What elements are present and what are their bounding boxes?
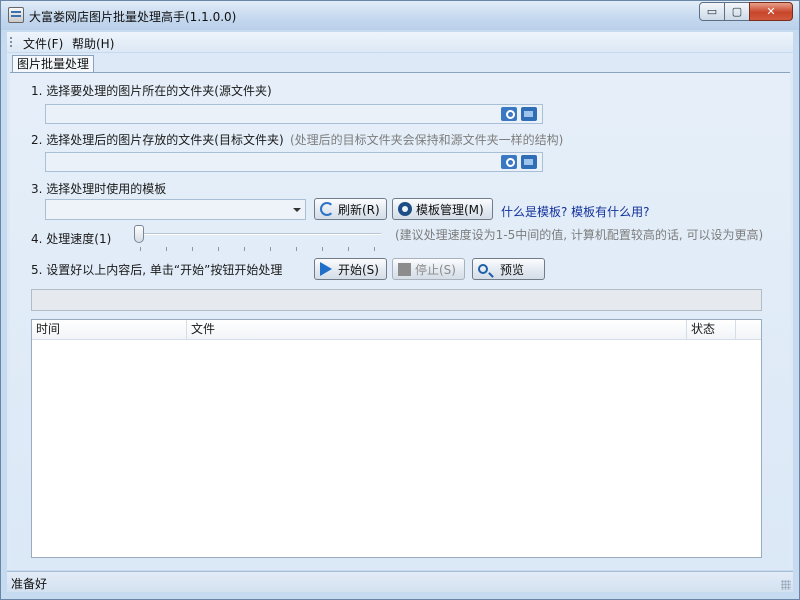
slider-tick bbox=[244, 247, 245, 251]
folder-open-icon[interactable] bbox=[521, 107, 537, 121]
template-manage-button[interactable]: 模板管理(M) bbox=[392, 198, 493, 220]
speed-label: 4. 处理速度(1) bbox=[31, 232, 112, 246]
log-list[interactable]: 时间 文件 状态 bbox=[31, 319, 762, 558]
chevron-down-icon[interactable] bbox=[293, 208, 301, 212]
slider-tick bbox=[348, 247, 349, 251]
template-manage-label: 模板管理(M) bbox=[416, 202, 484, 217]
source-folder-label: 1. 选择要处理的图片所在的文件夹(源文件夹) bbox=[31, 84, 272, 98]
slider-tick bbox=[192, 247, 193, 251]
app-icon[interactable] bbox=[8, 7, 24, 23]
gear-icon bbox=[398, 202, 412, 216]
target-folder-input[interactable] bbox=[45, 152, 543, 172]
start-button-label: 开始(S) bbox=[338, 262, 379, 277]
client-area: 图片批量处理 1. 选择要处理的图片所在的文件夹(源文件夹) 2. 选择处理后的… bbox=[7, 53, 793, 570]
source-folder-input[interactable] bbox=[45, 104, 543, 124]
slider-tick bbox=[140, 247, 141, 251]
stop-button-label: 停止(S) bbox=[415, 262, 456, 277]
template-label: 3. 选择处理时使用的模板 bbox=[31, 182, 167, 196]
folder-open-icon[interactable] bbox=[521, 155, 537, 169]
refresh-button[interactable]: 刷新(R) bbox=[314, 198, 387, 220]
refresh-icon bbox=[320, 202, 334, 216]
column-header-filler bbox=[736, 320, 761, 340]
speed-hint: (建议处理速度设为1-5中间的值, 计算机配置较高的话, 可以设为更高) bbox=[395, 228, 764, 242]
slider-tick bbox=[322, 247, 323, 251]
refresh-button-label: 刷新(R) bbox=[338, 202, 380, 217]
list-header: 时间 文件 状态 bbox=[32, 320, 761, 340]
template-help-link[interactable]: 什么是模板? 模板有什么用? bbox=[501, 203, 650, 220]
window-title: 大富娄网店图片批量处理高手(1.1.0.0) bbox=[29, 10, 237, 24]
column-header-time[interactable]: 时间 bbox=[32, 320, 187, 340]
slider-tick bbox=[218, 247, 219, 251]
slider-tick bbox=[374, 247, 375, 251]
status-bar: 准备好 bbox=[7, 571, 793, 592]
slider-tick bbox=[296, 247, 297, 251]
preview-button-label: 预览 bbox=[500, 262, 525, 277]
start-button[interactable]: 开始(S) bbox=[314, 258, 387, 280]
slider-tick bbox=[270, 247, 271, 251]
template-select[interactable] bbox=[45, 199, 306, 220]
start-instruction: 5. 设置好以上内容后, 单击“开始”按钮开始处理 bbox=[31, 263, 283, 277]
slider-thumb[interactable] bbox=[134, 225, 144, 243]
tab-batch-process[interactable]: 图片批量处理 bbox=[12, 55, 95, 73]
title-bar[interactable]: 大富娄网店图片批量处理高手(1.1.0.0) ▭ ▢ ✕ bbox=[1, 1, 799, 30]
maximize-button[interactable]: ▢ bbox=[724, 2, 750, 21]
column-header-file[interactable]: 文件 bbox=[187, 320, 687, 340]
target-folder-label: 2. 选择处理后的图片存放的文件夹(目标文件夹) bbox=[31, 133, 284, 147]
stop-button[interactable]: 停止(S) bbox=[392, 258, 465, 280]
progress-bar bbox=[31, 289, 762, 311]
folder-search-icon[interactable] bbox=[501, 107, 517, 121]
magnifier-icon bbox=[478, 264, 488, 274]
folder-search-icon[interactable] bbox=[501, 155, 517, 169]
menu-help[interactable]: 帮助(H) bbox=[72, 35, 114, 52]
menu-file[interactable]: 文件(F) bbox=[23, 35, 63, 52]
preview-button[interactable]: 预览 bbox=[472, 258, 545, 280]
caption-buttons: ▭ ▢ ✕ bbox=[699, 2, 793, 21]
play-icon bbox=[320, 262, 332, 276]
target-folder-hint: (处理后的目标文件夹会保持和源文件夹一样的结构) bbox=[290, 133, 564, 147]
stop-icon bbox=[398, 262, 411, 276]
tab-panel: 1. 选择要处理的图片所在的文件夹(源文件夹) 2. 选择处理后的图片存放的文件… bbox=[10, 72, 790, 568]
main-window: 大富娄网店图片批量处理高手(1.1.0.0) ▭ ▢ ✕ 文件(F) 帮助(H)… bbox=[0, 0, 800, 600]
menu-grip-icon bbox=[10, 37, 12, 47]
column-header-status[interactable]: 状态 bbox=[687, 320, 736, 340]
menu-bar: 文件(F) 帮助(H) bbox=[7, 32, 793, 52]
resize-grip-icon[interactable] bbox=[781, 580, 791, 590]
slider-tick bbox=[166, 247, 167, 251]
status-text: 准备好 bbox=[11, 577, 48, 591]
close-button[interactable]: ✕ bbox=[749, 2, 793, 21]
minimize-button[interactable]: ▭ bbox=[699, 2, 725, 21]
slider-track[interactable] bbox=[134, 233, 381, 235]
